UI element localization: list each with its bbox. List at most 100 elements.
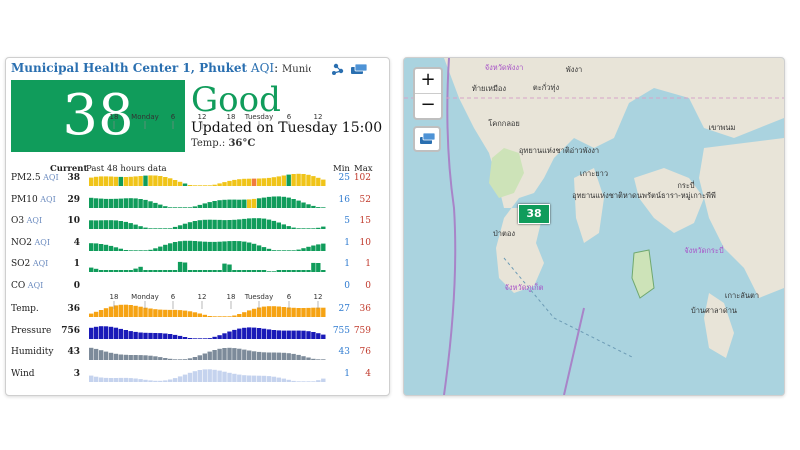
spark-bar [227,316,232,317]
station-name-secondary: Municipal Heal [282,64,311,75]
zoom-out-button[interactable]: − [415,94,441,118]
spark-bar [301,270,306,272]
spark-bar [202,203,207,208]
spark-bar [212,219,217,229]
current-value: 0 [73,281,80,291]
spark-bar [123,270,128,272]
spark-bar [108,220,114,229]
map-place-label: เกาะลันตา [725,291,759,300]
spark-bar [242,270,247,272]
row-label-o3: O3 AQI [11,216,42,226]
spark-bar [138,379,143,382]
min-value: 5 [344,216,350,226]
spark-bar [98,244,104,251]
spark-bar [276,270,281,272]
spark-bar [251,198,257,208]
spark-bar [123,304,128,317]
spark-bar [148,308,153,317]
spark-bar [158,333,163,339]
map-canvas[interactable]: จังหวัดพังงา พังงาท้ายเหมือง ตะกั่วทุ่งโคก… [404,58,784,395]
station-name[interactable]: Municipal Health Center 1, Phuket [11,61,247,75]
spark-bar [217,348,222,360]
map-layers-button[interactable] [413,126,441,152]
spark-bar [237,179,242,186]
spark-bar [227,264,232,272]
spark-bar [251,327,257,339]
spark-bar [242,327,247,339]
spark-bar [103,244,109,251]
spark-bar [232,348,237,360]
spark-bar [237,199,242,208]
spark-bar [89,347,94,360]
current-value: 756 [61,326,80,336]
spark-bar [266,352,272,360]
spark-bar [148,201,153,208]
spark-bar [291,307,296,317]
spark-bar [291,270,296,272]
layers-icon[interactable] [351,63,368,74]
station-title[interactable]: Municipal Health Center 1, Phuket AQI: M… [11,61,311,77]
min-value: 27 [338,304,350,314]
zoom-in-button[interactable]: + [415,69,441,94]
time-tick-label: Monday [131,293,159,301]
spark-bar [143,175,148,186]
spark-bar [281,378,286,382]
share-icon[interactable] [332,63,344,75]
spark-bar [256,328,262,339]
sparkline-humidity [89,347,326,360]
spark-bar [271,376,277,382]
spark-bar [301,308,306,317]
spark-bar [182,207,188,208]
sparkline-temp [89,304,326,317]
station-marker[interactable]: 38 [518,204,550,224]
spark-bar [271,352,277,360]
spark-bar [281,307,286,317]
map-view[interactable]: จังหวัดพังงา พังงา ท้ายเหมือง ตะกั่วทุ่ง โคก… [403,57,785,396]
current-value: 38 [67,173,80,183]
spark-bar [108,198,114,208]
spark-bar [118,176,123,186]
spark-bar [256,198,262,208]
current-value: 1 [73,259,80,269]
spark-bar [222,348,227,360]
spark-bar [153,248,158,251]
min-value: 1 [344,369,350,379]
spark-bar [306,381,311,382]
aqi-status: Good [191,80,281,120]
spark-bar [247,178,252,186]
zoom-control: + − [413,67,443,120]
spark-bar [123,250,128,251]
spark-bar [108,306,114,317]
spark-bar [163,309,168,317]
spark-bar [187,372,193,382]
aqi-value-box: 38 [11,80,185,152]
spark-bar [113,270,119,272]
spark-bar [296,308,301,317]
spark-bar [276,352,281,360]
spark-bar [108,378,114,382]
spark-bar [123,354,128,360]
max-value: 76 [359,347,371,357]
spark-bar [227,180,232,186]
max-value: 0 [365,281,371,291]
spark-bar [256,218,262,229]
header-icons-svg [332,63,368,75]
spark-bar [212,201,217,208]
spark-bar [143,332,148,339]
spark-bar [128,198,133,208]
current-value: 36 [67,304,80,314]
spark-bar [311,332,316,339]
spark-bar [113,353,119,360]
spark-bar [108,326,114,339]
spark-bar [133,268,138,272]
spark-bar [311,381,316,382]
spark-bar [89,327,94,339]
spark-bar [187,338,193,339]
spark-bar [296,249,301,251]
spark-bar [172,207,178,208]
spark-bar [138,226,143,229]
spark-bar [98,326,104,339]
spark-bar [242,241,247,251]
spark-bar [212,270,217,272]
spark-bar [113,378,119,382]
